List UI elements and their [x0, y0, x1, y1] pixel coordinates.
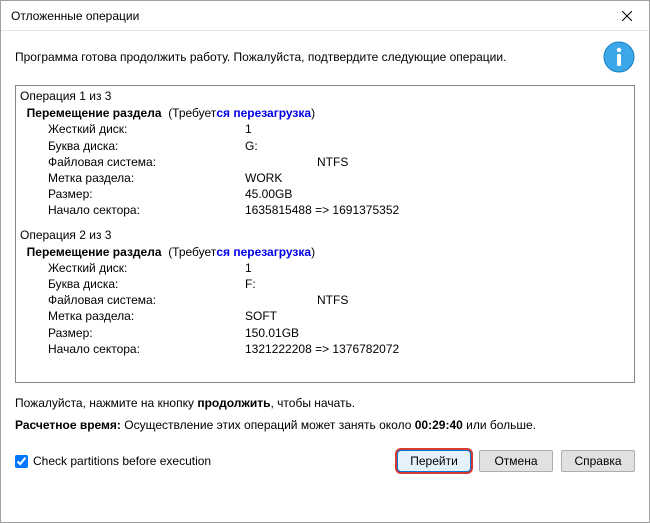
close-icon	[622, 11, 632, 21]
cancel-button[interactable]: Отмена	[479, 450, 553, 472]
check-partitions-checkbox[interactable]	[15, 455, 28, 468]
row-size: Размер:45.00GB	[20, 186, 630, 202]
row-volume-label: Метка раздела:SOFT	[20, 308, 630, 324]
operation-title: Перемещение раздела (Требуется перезагру…	[20, 244, 630, 260]
hint-suffix: , чтобы начать.	[271, 396, 356, 410]
estimate-time: 00:29:40	[415, 418, 463, 432]
estimate-suffix: или больше.	[463, 418, 536, 432]
operations-list[interactable]: Операция 1 из 3 Перемещение раздела (Тре…	[15, 85, 635, 383]
go-button[interactable]: Перейти	[397, 450, 471, 472]
check-partitions-text: Check partitions before execution	[33, 454, 211, 468]
estimate-prefix: Осуществление этих операций может занять…	[124, 418, 414, 432]
row-volume-label: Метка раздела:WORK	[20, 170, 630, 186]
operation-block: Операция 2 из 3 Перемещение раздела (Тре…	[20, 227, 630, 358]
row-hdd: Жесткий диск:1	[20, 260, 630, 276]
row-filesystem: Файловая система:NTFS	[20, 154, 630, 170]
row-drive-letter: Буква диска:F:	[20, 276, 630, 292]
row-start-sector: Начало сектора:1635815488 => 1691375352	[20, 202, 630, 218]
header: Программа готова продолжить работу. Пожа…	[1, 31, 649, 85]
row-hdd: Жесткий диск:1	[20, 121, 630, 137]
hint-prefix: Пожалуйста, нажмите на кнопку	[15, 396, 197, 410]
hint-bold: продолжить	[197, 396, 270, 410]
row-size: Размер:150.01GB	[20, 325, 630, 341]
window-title: Отложенные операции	[11, 9, 604, 23]
hint-text: Пожалуйста, нажмите на кнопку продолжить…	[1, 388, 649, 412]
row-start-sector: Начало сектора:1321222208 => 1376782072	[20, 341, 630, 357]
operation-title: Перемещение раздела (Требуется перезагру…	[20, 105, 630, 121]
header-message: Программа готова продолжить работу. Пожа…	[15, 49, 593, 65]
estimate-text: Расчетное время: Осуществление этих опер…	[1, 412, 649, 444]
help-button[interactable]: Справка	[561, 450, 635, 472]
footer: Check partitions before execution Перейт…	[1, 444, 649, 482]
titlebar: Отложенные операции	[1, 1, 649, 31]
operation-block: Операция 1 из 3 Перемещение раздела (Тре…	[20, 88, 630, 219]
info-icon	[603, 41, 635, 73]
row-drive-letter: Буква диска:G:	[20, 138, 630, 154]
operation-counter: Операция 1 из 3	[20, 88, 630, 104]
operation-counter: Операция 2 из 3	[20, 227, 630, 243]
close-button[interactable]	[604, 1, 649, 31]
check-partitions-label[interactable]: Check partitions before execution	[15, 454, 389, 468]
estimate-label: Расчетное время:	[15, 418, 124, 432]
row-filesystem: Файловая система:NTFS	[20, 292, 630, 308]
